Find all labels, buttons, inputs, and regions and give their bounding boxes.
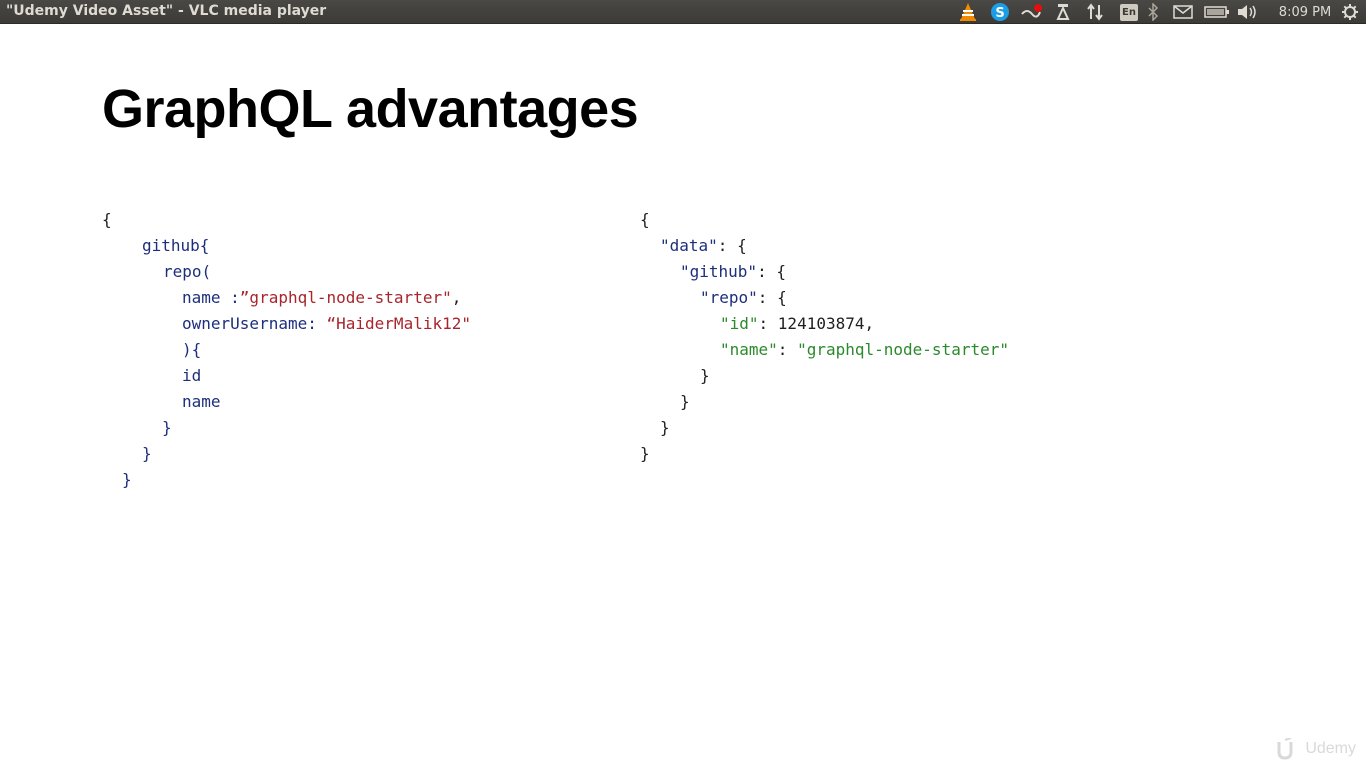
code-line: github{ [142,236,210,255]
volume-icon[interactable] [1236,2,1258,22]
vlc-icon[interactable] [958,2,978,22]
code-line: ownerUsername: “HaiderMalik12" [182,314,471,333]
code-line: "data": { [660,236,747,255]
code-line: } [162,418,172,437]
slide-title: GraphQL advantages [102,79,639,139]
window-title: "Udemy Video Asset" - VLC media player [6,3,327,19]
code-line: ){ [182,340,202,359]
code-line: repo( [163,262,212,281]
clock[interactable]: 8:09 PM [1276,2,1334,22]
top-panel: "Udemy Video Asset" - VLC media player S… [0,0,1366,24]
mail-icon[interactable] [1172,2,1194,22]
transfer-icon[interactable] [1086,2,1104,22]
code-line: id [182,366,202,385]
code-line: "github": { [680,262,786,281]
svg-text:S: S [995,6,1004,21]
network-icon[interactable] [1020,2,1044,22]
watermark-text: Udemy [1305,740,1356,757]
keyboard-layout-icon[interactable]: En [1118,2,1140,22]
gear-icon[interactable] [1340,2,1360,22]
skype-icon[interactable]: S [990,2,1010,22]
code-line: } [700,366,710,385]
code-line: { [640,210,650,229]
update-icon[interactable] [1054,2,1072,22]
code-line: "name": "graphql-node-starter" [720,340,1009,359]
code-line: } [660,418,670,437]
code-line: "id": 124103874, [720,314,875,333]
battery-icon[interactable] [1204,2,1230,22]
code-line: } [122,470,132,489]
bluetooth-icon[interactable] [1146,2,1160,22]
code-line: } [640,444,650,463]
code-line: name [182,392,221,411]
code-line: } [680,392,690,411]
code-line: name :”graphql-node-starter", [182,288,462,307]
udemy-watermark: Udemy [1275,738,1356,760]
response-code-block: { "data": { "github": { "repo": { "id": … [0,0,1009,463]
code-line: { [102,210,112,229]
udemy-logo-icon [1277,738,1293,760]
code-line: "repo": { [700,288,787,307]
code-line: } [142,444,152,463]
